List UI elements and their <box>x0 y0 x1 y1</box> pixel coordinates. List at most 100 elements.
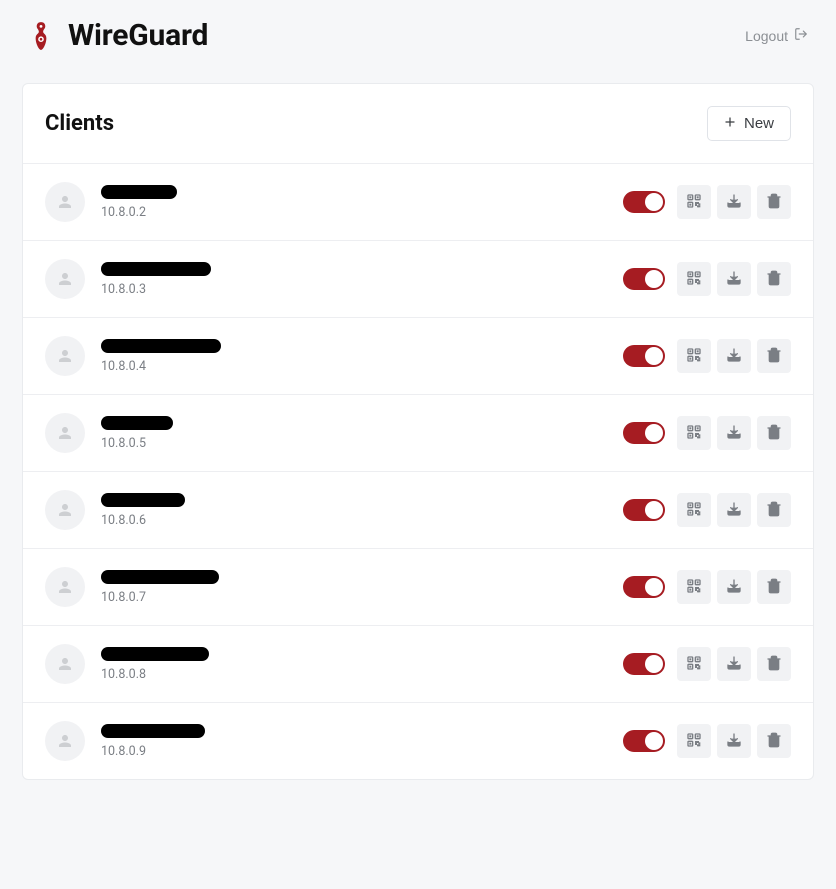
trash-icon <box>766 732 782 751</box>
qr-code-icon <box>686 270 702 289</box>
toggle-knob <box>645 270 663 288</box>
delete-button[interactable] <box>757 570 791 604</box>
trash-icon <box>766 270 782 289</box>
client-row: 10.8.0.8 <box>23 626 813 703</box>
client-name-redacted <box>101 185 177 199</box>
qr-code-button[interactable] <box>677 647 711 681</box>
qr-code-button[interactable] <box>677 262 711 296</box>
qr-code-button[interactable] <box>677 185 711 219</box>
enable-toggle[interactable] <box>623 422 665 444</box>
client-info: 10.8.0.8 <box>101 647 607 682</box>
toggle-knob <box>645 501 663 519</box>
clients-panel-header: Clients New <box>23 84 813 164</box>
clients-panel: Clients New 10.8.0.210.8.0.310.8.0.410.8… <box>22 83 814 780</box>
delete-button[interactable] <box>757 185 791 219</box>
download-button[interactable] <box>717 185 751 219</box>
toggle-knob <box>645 424 663 442</box>
trash-icon <box>766 578 782 597</box>
delete-button[interactable] <box>757 647 791 681</box>
qr-code-icon <box>686 424 702 443</box>
qr-code-icon <box>686 501 702 520</box>
client-name-redacted <box>101 647 209 661</box>
qr-code-icon <box>686 732 702 751</box>
trash-icon <box>766 193 782 212</box>
download-icon <box>726 578 742 597</box>
client-info: 10.8.0.5 <box>101 416 607 451</box>
qr-code-button[interactable] <box>677 724 711 758</box>
logout-button[interactable]: Logout <box>745 27 808 44</box>
toggle-knob <box>645 193 663 211</box>
client-ip: 10.8.0.9 <box>101 744 607 759</box>
client-name-redacted <box>101 570 219 584</box>
enable-toggle[interactable] <box>623 345 665 367</box>
download-button[interactable] <box>717 416 751 450</box>
download-button[interactable] <box>717 339 751 373</box>
delete-button[interactable] <box>757 416 791 450</box>
avatar <box>45 413 85 453</box>
qr-code-button[interactable] <box>677 416 711 450</box>
qr-code-button[interactable] <box>677 570 711 604</box>
enable-toggle[interactable] <box>623 730 665 752</box>
toggle-knob <box>645 578 663 596</box>
delete-button[interactable] <box>757 724 791 758</box>
enable-toggle[interactable] <box>623 191 665 213</box>
trash-icon <box>766 347 782 366</box>
logout-label: Logout <box>745 28 788 44</box>
client-name-redacted <box>101 493 185 507</box>
trash-icon <box>766 424 782 443</box>
client-actions <box>623 339 791 373</box>
client-info: 10.8.0.9 <box>101 724 607 759</box>
trash-icon <box>766 501 782 520</box>
download-icon <box>726 732 742 751</box>
wireguard-logo-icon <box>28 21 54 51</box>
client-info: 10.8.0.2 <box>101 185 607 220</box>
client-ip: 10.8.0.8 <box>101 667 607 682</box>
client-ip: 10.8.0.2 <box>101 205 607 220</box>
avatar <box>45 567 85 607</box>
client-info: 10.8.0.3 <box>101 262 607 297</box>
qr-code-icon <box>686 193 702 212</box>
client-ip: 10.8.0.4 <box>101 359 607 374</box>
enable-toggle[interactable] <box>623 268 665 290</box>
qr-code-button[interactable] <box>677 493 711 527</box>
client-ip: 10.8.0.3 <box>101 282 607 297</box>
toggle-knob <box>645 732 663 750</box>
client-actions <box>623 724 791 758</box>
enable-toggle[interactable] <box>623 653 665 675</box>
download-button[interactable] <box>717 724 751 758</box>
client-info: 10.8.0.6 <box>101 493 607 528</box>
download-button[interactable] <box>717 262 751 296</box>
new-client-button[interactable]: New <box>707 106 791 141</box>
delete-button[interactable] <box>757 493 791 527</box>
plus-icon <box>724 115 736 132</box>
clients-list: 10.8.0.2 10.8.0.3 10.8.0.4 10.8.0.5 10.8.0.6… <box>23 164 813 779</box>
client-ip: 10.8.0.5 <box>101 436 607 451</box>
client-info: 10.8.0.7 <box>101 570 607 605</box>
download-button[interactable] <box>717 493 751 527</box>
client-actions <box>623 262 791 296</box>
client-ip: 10.8.0.7 <box>101 590 607 605</box>
avatar <box>45 336 85 376</box>
page-header: WireGuard Logout <box>0 0 836 63</box>
client-name-redacted <box>101 416 173 430</box>
download-icon <box>726 347 742 366</box>
download-icon <box>726 501 742 520</box>
enable-toggle[interactable] <box>623 499 665 521</box>
download-icon <box>726 655 742 674</box>
delete-button[interactable] <box>757 262 791 296</box>
logout-icon <box>794 27 808 44</box>
enable-toggle[interactable] <box>623 576 665 598</box>
qr-code-icon <box>686 578 702 597</box>
client-info: 10.8.0.4 <box>101 339 607 374</box>
download-button[interactable] <box>717 647 751 681</box>
delete-button[interactable] <box>757 339 791 373</box>
qr-code-icon <box>686 655 702 674</box>
client-row: 10.8.0.6 <box>23 472 813 549</box>
download-icon <box>726 270 742 289</box>
avatar <box>45 644 85 684</box>
qr-code-button[interactable] <box>677 339 711 373</box>
download-button[interactable] <box>717 570 751 604</box>
avatar <box>45 721 85 761</box>
client-row: 10.8.0.2 <box>23 164 813 241</box>
new-button-label: New <box>744 115 774 132</box>
